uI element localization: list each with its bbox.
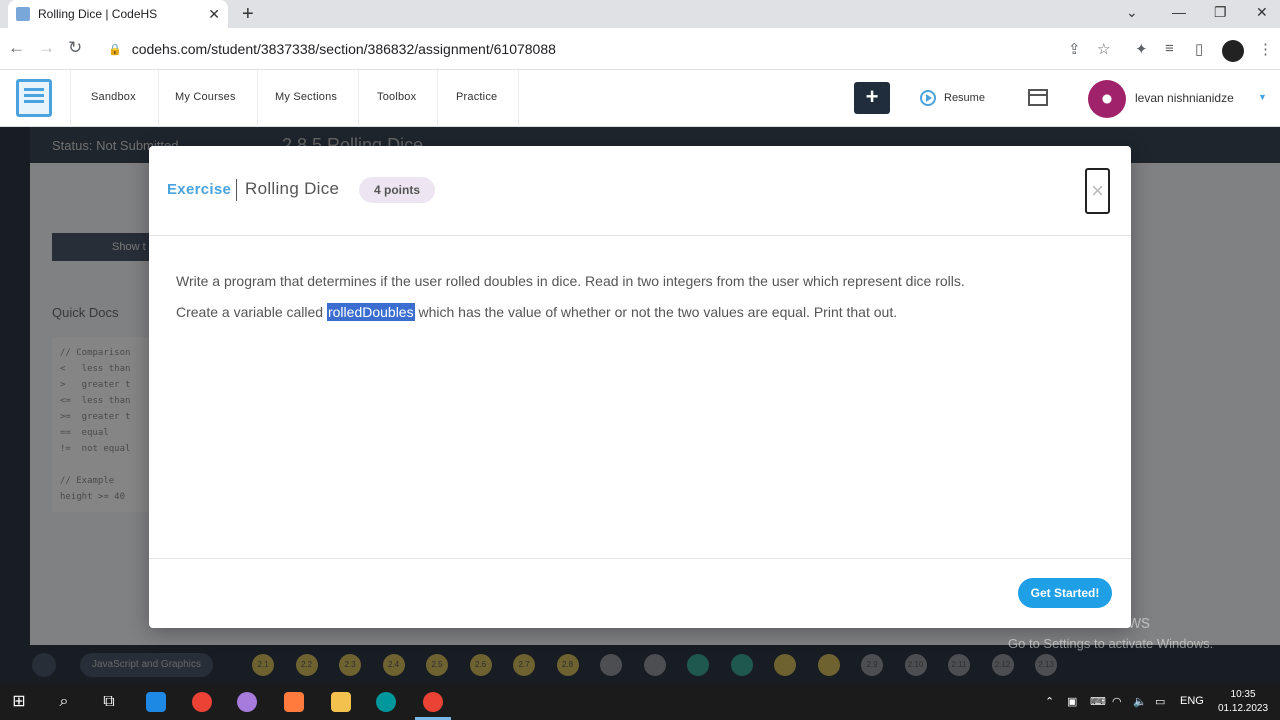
tray-app-icon[interactable]: ▣ [1067, 695, 1077, 708]
description-text: Create a variable called [176, 304, 327, 320]
screen-recorder-icon[interactable] [146, 692, 166, 712]
windows-taskbar: ⊞ ⌕ ⧉ ⌃ ▣ ⌨ ◠ 🔈 ▭ ENG 10:35 01.12.2023 [0, 684, 1280, 720]
nav-divider [358, 70, 359, 127]
chrome-active-icon[interactable] [423, 692, 443, 712]
get-started-button[interactable]: Get Started! [1018, 578, 1112, 608]
modal-header: Exercise Rolling Dice 4 points × [149, 146, 1131, 236]
activate-windows-title: Activate Windows [1008, 612, 1151, 632]
extensions-icon[interactable]: ✦ [1135, 40, 1148, 58]
browser-profile-avatar[interactable] [1222, 40, 1244, 62]
chevron-down-icon[interactable]: ▼ [1258, 92, 1267, 102]
codehs-favicon-icon [16, 7, 30, 21]
reload-icon[interactable]: ↻ [68, 38, 82, 58]
description-line-1: Write a program that determines if the u… [176, 273, 965, 289]
file-explorer-icon[interactable] [331, 692, 351, 712]
exercise-label: Exercise [167, 181, 232, 198]
play-icon [920, 90, 936, 106]
volume-icon[interactable]: 🔈 [1133, 695, 1147, 708]
browser-tab[interactable]: Rolling Dice | CodeHS ✕ [8, 0, 228, 28]
activate-windows-subtitle: Go to Settings to activate Windows. [1008, 636, 1214, 651]
nav-divider [158, 70, 159, 127]
modal-title: Rolling Dice [245, 179, 340, 198]
url-text: codehs.com/student/3837338/section/38683… [131, 41, 556, 57]
bookmark-star-icon[interactable]: ☆ [1097, 40, 1110, 58]
points-badge: 4 points [359, 177, 436, 203]
nav-sandbox[interactable]: Sandbox [91, 91, 136, 103]
nav-divider [518, 70, 519, 127]
side-panel-icon[interactable]: ▯ [1195, 40, 1203, 58]
window-icon[interactable] [1028, 89, 1048, 106]
arduino-icon[interactable] [376, 692, 396, 712]
footer-divider [149, 558, 1131, 559]
restore-icon[interactable]: ❐ [1214, 4, 1227, 21]
browser-tab-strip: Rolling Dice | CodeHS ✕ + ⌄ — ❐ ✕ [0, 0, 1280, 28]
exercise-description: Write a program that determines if the u… [176, 266, 1106, 328]
tab-title: Rolling Dice | CodeHS [38, 7, 158, 21]
url-field[interactable]: 🔒 codehs.com/student/3837338/section/386… [100, 34, 1100, 64]
close-icon[interactable]: × [1085, 168, 1110, 214]
clock-date: 01.12.2023 [1218, 703, 1269, 714]
codehs-logo-icon[interactable] [16, 79, 52, 117]
header-divider [236, 179, 237, 201]
wifi-icon[interactable]: ◠ [1112, 695, 1122, 708]
back-icon[interactable]: ← [8, 38, 25, 58]
forward-icon[interactable]: → [38, 38, 55, 58]
resume-button[interactable]: Resume [920, 90, 985, 106]
nav-my-courses[interactable]: My Courses [175, 91, 236, 103]
resume-label: Resume [944, 92, 985, 104]
nav-divider [70, 70, 71, 127]
nav-toolbox[interactable]: Toolbox [377, 91, 416, 103]
windows-start-icon[interactable]: ⊞ [8, 691, 30, 713]
description-text: which has the value of whether or not th… [414, 304, 898, 320]
taskbar-clock[interactable]: 10:35 01.12.2023 [1218, 688, 1268, 716]
tab-search-icon[interactable]: ⌄ [1126, 4, 1138, 21]
language-indicator[interactable]: ENG [1180, 695, 1204, 707]
keyboard-icon[interactable]: ⌨ [1090, 695, 1106, 708]
nav-divider [437, 70, 438, 127]
new-tab-button[interactable]: + [242, 3, 254, 26]
task-view-icon[interactable]: ⧉ [98, 691, 120, 713]
browser-menu-icon[interactable]: ⋮ [1258, 40, 1273, 58]
description-line-2: Create a variable called rolledDoubles w… [176, 297, 1106, 328]
highlighted-variable: rolledDoubles [326, 303, 415, 321]
share-icon[interactable]: ⇪ [1068, 40, 1081, 58]
chrome-icon[interactable] [192, 692, 212, 712]
notification-icon[interactable]: ▭ [1155, 695, 1165, 708]
username[interactable]: levan nishnianidze [1135, 91, 1234, 105]
clock-time: 10:35 [1230, 689, 1256, 700]
avatar[interactable] [1088, 80, 1126, 118]
lock-icon: 🔒 [108, 43, 122, 56]
exercise-modal: Exercise Rolling Dice 4 points × Write a… [149, 146, 1131, 628]
tab-close-icon[interactable]: ✕ [208, 6, 220, 23]
tray-chevron-icon[interactable]: ⌃ [1045, 695, 1054, 708]
nav-my-sections[interactable]: My Sections [275, 91, 337, 103]
address-bar: ← → ↻ 🔒 codehs.com/student/3837338/secti… [0, 28, 1280, 70]
window-close-icon[interactable]: ✕ [1256, 4, 1268, 21]
media-icon[interactable]: ≡ [1165, 40, 1174, 57]
create-plus-button[interactable]: + [854, 82, 890, 114]
app-icon[interactable] [284, 692, 304, 712]
nav-practice[interactable]: Practice [456, 91, 497, 103]
codehs-header: Sandbox My Courses My Sections Toolbox P… [0, 70, 1280, 127]
paint-icon[interactable] [237, 692, 257, 712]
search-icon[interactable]: ⌕ [53, 691, 75, 713]
nav-divider [257, 70, 258, 127]
minimize-icon[interactable]: — [1172, 4, 1186, 20]
